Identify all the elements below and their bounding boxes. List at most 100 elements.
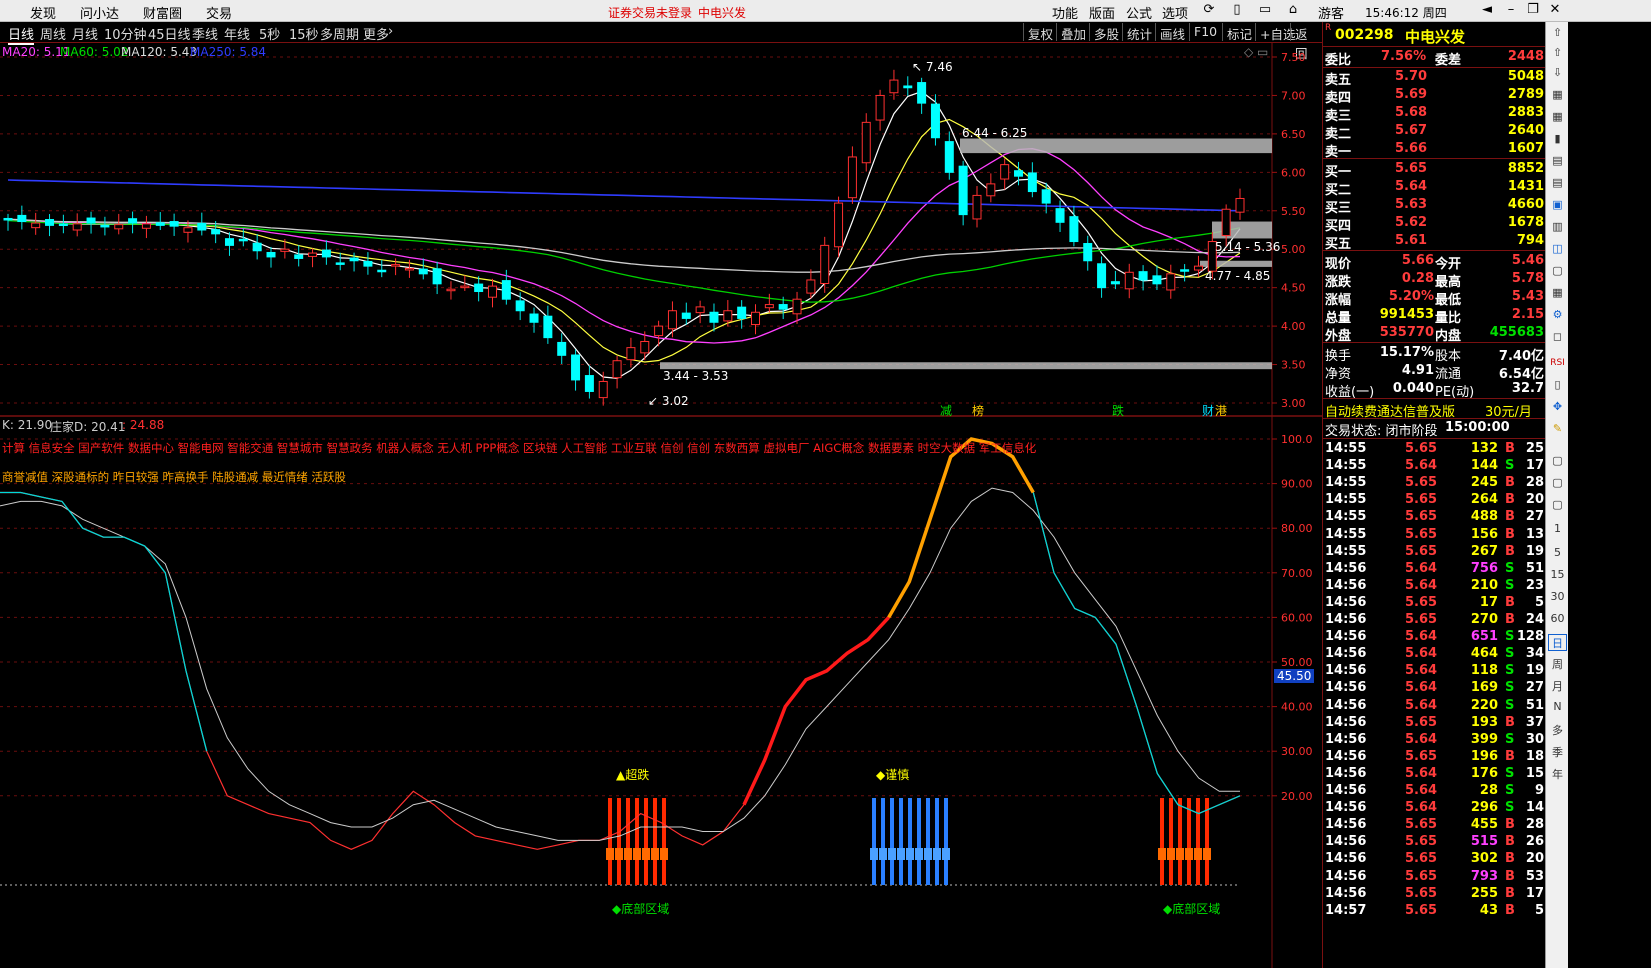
grid-2-icon[interactable]: ▦	[1548, 110, 1567, 127]
menu-formula[interactable]: 公式	[1126, 3, 1152, 22]
pencil-icon[interactable]: ✎	[1548, 422, 1567, 439]
btn-restore-right[interactable]: 复权	[1023, 23, 1057, 42]
candle-up	[1193, 265, 1203, 271]
grid-icon[interactable]: ▦	[1548, 88, 1567, 105]
login-warning[interactable]: 证券交易未登录	[608, 4, 692, 21]
event-rank[interactable]: 榜	[972, 402, 984, 419]
event-fall[interactable]: 跌	[1112, 402, 1124, 419]
bid-row[interactable]: 买三 5.63 4660	[1323, 197, 1546, 216]
ask-row[interactable]: 卖四 5.69 2789	[1323, 87, 1546, 106]
candle-up	[751, 311, 761, 326]
event-finance[interactable]: 财	[1202, 402, 1214, 419]
period-day-icon[interactable]: 日	[1548, 634, 1567, 651]
arrow-down-icon[interactable]: ⇩	[1548, 66, 1567, 83]
chart-icon[interactable]: ▤	[1548, 154, 1567, 171]
price-tick-label: 4.00	[1281, 320, 1306, 333]
period-week-icon[interactable]: 周	[1548, 656, 1567, 673]
menu-ask[interactable]: 问小达	[80, 3, 119, 22]
cursor-icon[interactable]: ▢	[1548, 498, 1567, 515]
period-45day[interactable]: 45日线	[148, 24, 191, 43]
back-arrow-icon[interactable]: ◄	[1478, 2, 1496, 19]
bid-row[interactable]: 买四 5.62 1678	[1323, 215, 1546, 234]
settings-icon[interactable]: ⚙	[1548, 308, 1567, 325]
candle-down	[252, 242, 262, 252]
menu-discover[interactable]: 发现	[30, 3, 56, 22]
num-5[interactable]: 5	[1548, 546, 1567, 563]
period-quarter-icon[interactable]: 季	[1548, 744, 1567, 761]
menu-layout[interactable]: 版面	[1089, 3, 1115, 22]
guest-label[interactable]: 游客	[1318, 3, 1344, 22]
lock-icon[interactable]: ⌂	[1284, 2, 1302, 19]
move-icon[interactable]: ✥	[1548, 400, 1567, 417]
indicator-tick-label: 30.00	[1281, 745, 1313, 758]
period-multi-icon[interactable]: 多	[1548, 722, 1567, 739]
refresh-icon[interactable]: ⟳	[1200, 2, 1218, 19]
chevron-right-icon[interactable]: ›	[388, 24, 393, 39]
event-hk[interactable]: 港	[1215, 402, 1227, 419]
num-60[interactable]: 60	[1548, 612, 1567, 629]
arrow-up-2-icon[interactable]: ⇧	[1548, 46, 1567, 63]
diamond-icon[interactable]: ◇ ▭	[1244, 45, 1268, 59]
bar-chart-icon[interactable]: ▮	[1548, 132, 1567, 149]
trend-icon[interactable]: ◫	[1548, 242, 1567, 259]
close-icon[interactable]: ✕	[1546, 2, 1564, 19]
bid-row[interactable]: 买五 5.61 794	[1323, 233, 1546, 252]
candle-down	[958, 165, 968, 216]
menu-options[interactable]: 选项	[1162, 3, 1188, 22]
minimize-icon[interactable]: –	[1502, 2, 1520, 19]
bid-row[interactable]: 买二 5.64 1431	[1323, 179, 1546, 198]
btn-mark[interactable]: 标记	[1222, 23, 1256, 42]
period-more[interactable]: 更多	[363, 24, 389, 43]
menu-function[interactable]: 功能	[1052, 3, 1078, 22]
period-multi[interactable]: 多周期	[320, 24, 359, 43]
caution-bar	[908, 798, 912, 885]
num-15[interactable]: 15	[1548, 568, 1567, 585]
f2-icon[interactable]: ▢	[1548, 264, 1567, 281]
btn-multi-stock[interactable]: 多股	[1089, 23, 1123, 42]
chart-area[interactable]: 7.50 7.00 6.50 6.00 5.50 5.00 4.50 4.00 3.50 3.00…	[0, 43, 1322, 968]
arrow-up-icon[interactable]: ⇧	[1548, 26, 1567, 43]
period-year[interactable]: 年线	[224, 24, 250, 43]
ask-row[interactable]: 卖五 5.70 5048	[1323, 69, 1546, 88]
period-month[interactable]: 月线	[72, 24, 98, 43]
rsi-icon[interactable]: RSI	[1548, 358, 1567, 375]
period-15s[interactable]: 15秒	[289, 24, 319, 43]
event-reduce[interactable]: 减	[940, 402, 952, 419]
f6-icon[interactable]: ▢	[1548, 476, 1567, 493]
menu-wealth[interactable]: 财富圈	[143, 3, 182, 22]
period-day[interactable]: 日线	[8, 24, 35, 45]
period-quarter[interactable]: 季线	[192, 24, 218, 43]
table-icon[interactable]: ▦	[1548, 286, 1567, 303]
btn-overlay[interactable]: 叠加	[1056, 23, 1090, 42]
btn-back[interactable]: 返回	[1290, 23, 1322, 61]
period-n-icon[interactable]: N	[1548, 700, 1567, 717]
period-10min[interactable]: 10分钟	[104, 24, 147, 43]
btn-f10[interactable]: F10	[1189, 23, 1221, 41]
btn-draw[interactable]: 画线	[1155, 23, 1189, 42]
chart-2-icon[interactable]: ▤	[1548, 176, 1567, 193]
ask-row[interactable]: 卖三 5.68 2883	[1323, 105, 1546, 124]
period-month-icon[interactable]: 月	[1548, 678, 1567, 695]
num-30[interactable]: 30	[1548, 590, 1567, 607]
period-5s[interactable]: 5秒	[259, 24, 280, 43]
window-icon[interactable]: ◻	[1548, 330, 1567, 347]
f10-icon[interactable]: ▣	[1548, 198, 1567, 215]
candle-down	[515, 300, 525, 312]
list-icon[interactable]: ▥	[1548, 220, 1567, 237]
chart-canvas[interactable]: 7.50 7.00 6.50 6.00 5.50 5.00 4.50 4.00 3.50 3.00…	[0, 43, 1322, 968]
indicator-icon[interactable]: ▯	[1548, 378, 1567, 395]
promo-row[interactable]: 自动续费通达信普及版 30元/月	[1323, 401, 1546, 420]
clipboard-icon[interactable]: ▯	[1228, 2, 1246, 19]
restore-icon[interactable]: ❐	[1524, 2, 1542, 19]
period-year-icon[interactable]: 年	[1548, 766, 1567, 783]
num-1[interactable]: 1	[1548, 522, 1567, 539]
btn-statistics[interactable]: 统计	[1122, 23, 1156, 42]
f5-icon[interactable]: ▢	[1548, 454, 1567, 471]
bid-row[interactable]: 买一 5.65 8852	[1323, 161, 1546, 180]
chat-icon[interactable]: ▭	[1256, 2, 1274, 19]
period-week[interactable]: 周线	[40, 24, 66, 43]
ask-row[interactable]: 卖二 5.67 2640	[1323, 123, 1546, 142]
ask-row[interactable]: 卖一 5.66 1607	[1323, 141, 1546, 160]
zone-label-mid2: 4.77 - 4.85	[1205, 269, 1271, 283]
menu-trade[interactable]: 交易	[206, 3, 232, 22]
